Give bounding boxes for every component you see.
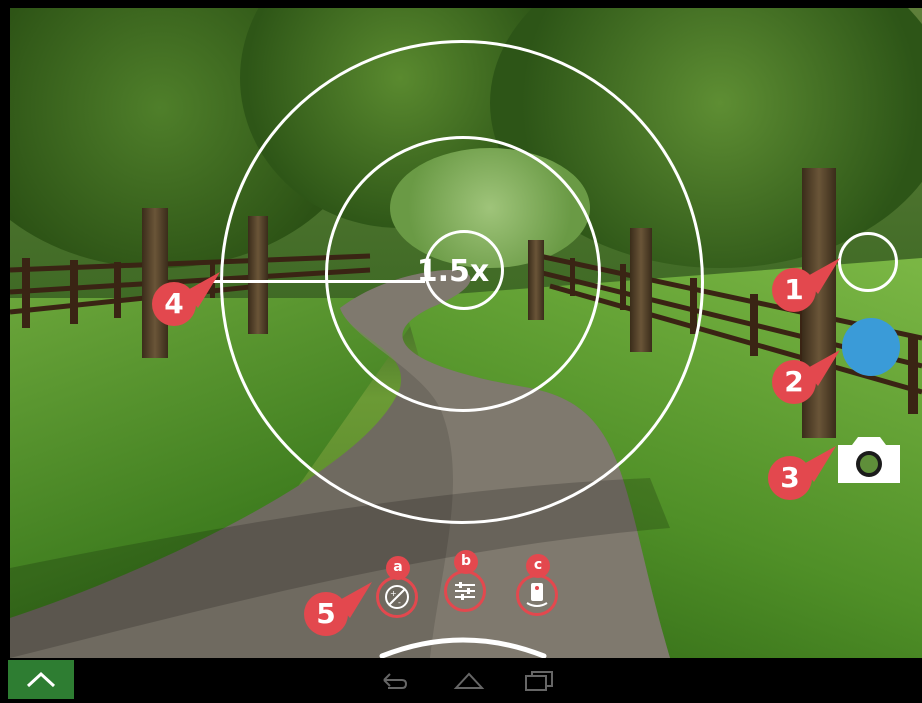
- tool-badge-b: b: [454, 550, 478, 574]
- zoom-level-label: 1.5x: [416, 254, 490, 289]
- settings-button[interactable]: [444, 570, 486, 612]
- exposure-button[interactable]: + -: [376, 576, 418, 618]
- timer-icon: [526, 583, 548, 607]
- expand-button[interactable]: [8, 660, 74, 699]
- settings-sliders-icon: [455, 582, 475, 600]
- tool-badge-a: a: [386, 556, 410, 580]
- zoom-slider-line[interactable]: [212, 280, 425, 283]
- recents-icon[interactable]: [522, 668, 558, 692]
- camera-screen: 1.5x 1 2 3 4 5 + - a b c: [0, 0, 922, 699]
- svg-text:-: -: [398, 598, 401, 607]
- shutter-button[interactable]: [842, 318, 900, 376]
- callout-4-pointer: [184, 272, 220, 308]
- callout-3-pointer: [800, 446, 836, 482]
- callout-5-pointer: [336, 582, 372, 618]
- tools-arc: [379, 637, 547, 659]
- camera-mode-button[interactable]: [838, 232, 898, 292]
- tool-badge-c: c: [526, 554, 550, 578]
- timer-button[interactable]: [516, 574, 558, 616]
- back-icon[interactable]: [376, 668, 410, 692]
- home-icon[interactable]: [452, 668, 486, 692]
- chevron-up-icon: [26, 671, 56, 688]
- camera-icon: [838, 437, 900, 483]
- switch-camera-button[interactable]: [836, 435, 902, 485]
- callout-1-pointer: [804, 258, 840, 294]
- callout-2-pointer: [804, 350, 840, 386]
- exposure-icon: + -: [385, 585, 409, 609]
- svg-text:+: +: [390, 589, 397, 598]
